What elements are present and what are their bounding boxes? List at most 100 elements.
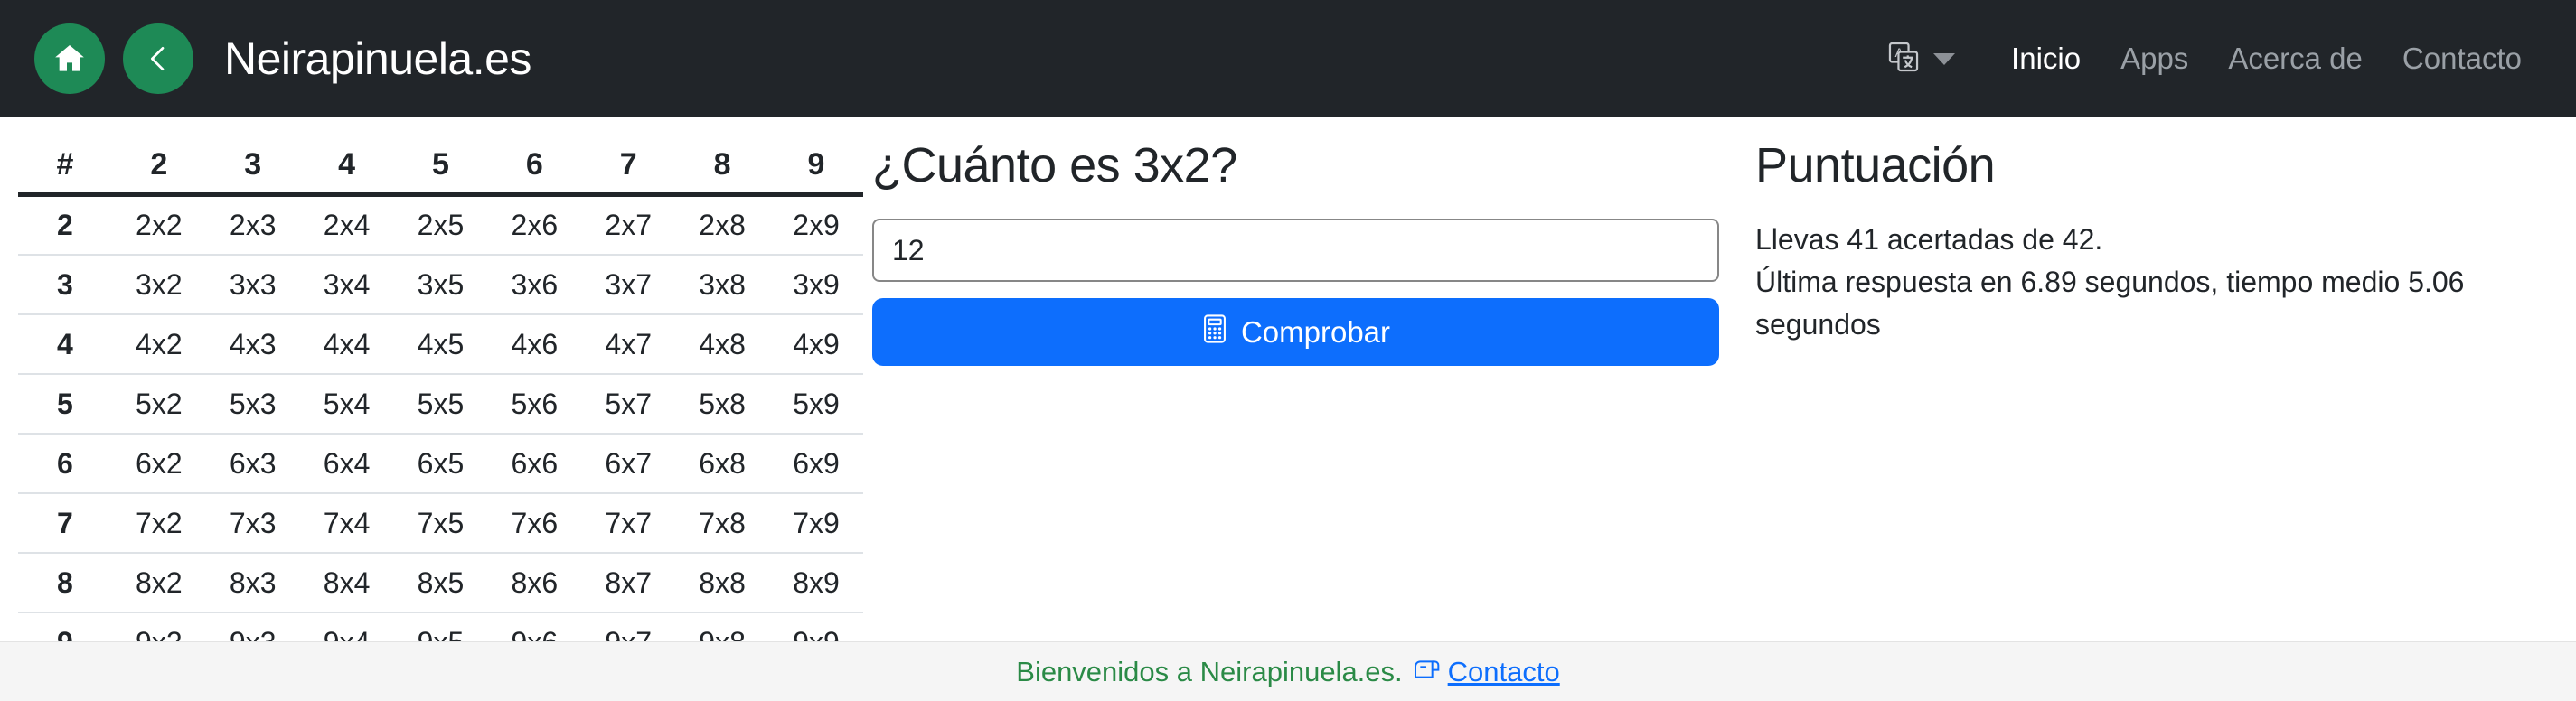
table-cell-7x6: 7x6 — [487, 492, 582, 553]
calculator-icon — [1201, 313, 1228, 351]
table-row: 6 6x2 6x3 6x4 6x5 6x6 6x7 6x8 6x9 — [18, 433, 863, 493]
table-cell-6x9: 6x9 — [769, 433, 863, 493]
table-cell-8x4: 8x4 — [299, 552, 394, 612]
table-cell-7x5: 7x5 — [393, 492, 488, 553]
table-cell-3x9: 3x9 — [769, 254, 863, 314]
score-title: Puntuación — [1755, 138, 1996, 192]
table-cell-4x3: 4x3 — [205, 313, 300, 374]
table-row-header-5: 5 — [18, 373, 112, 434]
mailbox-icon — [1412, 656, 1441, 687]
table-cell-5x6: 5x6 — [487, 373, 582, 434]
table-cell-7x7: 7x7 — [581, 492, 676, 553]
multiplication-table: #2 3 4 5 6 7 8 9 2 2x2 2x3 2x4 2x5 2x6 2x7 2x8 2x9 3 3x2 3… — [18, 137, 863, 672]
home-button[interactable] — [34, 23, 105, 94]
nav-link-acerca-de[interactable]: Acerca de — [2208, 42, 2383, 76]
table-col-header-4: 4 — [299, 137, 394, 197]
table-cell-8x5: 8x5 — [393, 552, 488, 612]
check-button-label: Comprobar — [1240, 314, 1391, 349]
table-cell-2x2: 2x2 — [111, 193, 206, 255]
table-col-header-7: 7 — [581, 137, 676, 197]
footer-contact-link[interactable]: Contacto — [1448, 656, 1560, 688]
table-cell-6x8: 6x8 — [675, 433, 769, 493]
footer-contact-group[interactable]: Contacto — [1412, 656, 1560, 688]
table-col-header-8: 8 — [675, 137, 769, 197]
navbar-links: A Inicio Apps Acerca de Contacto — [1886, 40, 2542, 79]
nav-link-contacto[interactable]: Contacto — [2383, 42, 2542, 76]
table-row-header-8: 8 — [18, 552, 112, 612]
table-row-header-3: 3 — [18, 254, 112, 314]
table-cell-2x8: 2x8 — [675, 193, 769, 255]
nav-link-inicio[interactable]: Inicio — [1991, 42, 2101, 76]
table-row: 7 7x2 7x3 7x4 7x5 7x6 7x7 7x8 7x9 — [18, 492, 863, 553]
table-cell-5x2: 5x2 — [111, 373, 206, 434]
check-button[interactable]: Comprobar — [872, 298, 1719, 366]
multiplication-table-panel: #2 3 4 5 6 7 8 9 2 2x2 2x3 2x4 2x5 2x6 2x7 2x8 2x9 3 3x2 3… — [0, 117, 863, 672]
table-cell-5x8: 5x8 — [675, 373, 769, 434]
table-cell-2x3: 2x3 — [205, 193, 300, 255]
table-cell-8x3: 8x3 — [205, 552, 300, 612]
table-cell-2x5: 2x5 — [393, 193, 488, 255]
quiz-panel: ¿Cuánto es 3x2? Comprobar — [863, 117, 1744, 366]
footer-welcome-text: Bienvenidos a Neirapinuela.es. — [1016, 655, 1403, 687]
table-cell-5x9: 5x9 — [769, 373, 863, 434]
table-cell-6x2: 6x2 — [111, 433, 206, 493]
answer-input[interactable] — [872, 219, 1719, 282]
table-cell-4x4: 4x4 — [299, 313, 394, 374]
translate-icon: A — [1886, 40, 1921, 79]
back-button[interactable] — [123, 23, 193, 94]
table-col-header-6: 6 — [487, 137, 582, 197]
table-cell-6x3: 6x3 — [205, 433, 300, 493]
score-timing-line: Última respuesta en 6.89 segundos, tiemp… — [1755, 266, 2465, 341]
table-cell-3x4: 3x4 — [299, 254, 394, 314]
language-selector[interactable]: A — [1886, 40, 1956, 79]
table-cell-7x3: 7x3 — [205, 492, 300, 553]
table-cell-8x2: 8x2 — [111, 552, 206, 612]
table-cell-3x3: 3x3 — [205, 254, 300, 314]
table-body: 2 2x2 2x3 2x4 2x5 2x6 2x7 2x8 2x9 3 3x2 3x3 3x4 3x5 3x… — [18, 193, 863, 672]
score-panel: Puntuación Llevas 41 acertadas de 42. Úl… — [1744, 117, 2576, 346]
table-cell-5x7: 5x7 — [581, 373, 676, 434]
table-row: 2 2x2 2x3 2x4 2x5 2x6 2x7 2x8 2x9 — [18, 193, 863, 255]
table-cell-6x7: 6x7 — [581, 433, 676, 493]
table-col-header-2: 2 — [111, 137, 206, 197]
table-col-header-9: 9 — [769, 137, 863, 197]
table-cell-4x6: 4x6 — [487, 313, 582, 374]
table-cell-3x5: 3x5 — [393, 254, 488, 314]
table-cell-8x7: 8x7 — [581, 552, 676, 612]
table-row-header-4: 4 — [18, 313, 112, 374]
footer: Bienvenidos a Neirapinuela.es. Contacto — [0, 641, 2576, 701]
table-col-header-5: 5 — [393, 137, 488, 197]
quiz-question: ¿Cuánto es 3x2? — [872, 138, 1237, 192]
table-cell-3x8: 3x8 — [675, 254, 769, 314]
table-cell-8x6: 8x6 — [487, 552, 582, 612]
table-cell-4x8: 4x8 — [675, 313, 769, 374]
table-head: #2 3 4 5 6 7 8 9 — [18, 137, 863, 197]
table-cell-5x5: 5x5 — [393, 373, 488, 434]
table-cell-3x6: 3x6 — [487, 254, 582, 314]
navbar: Neirapinuela.es A Inicio Apps Acerca de … — [0, 0, 2576, 117]
table-row: 3 3x2 3x3 3x4 3x5 3x6 3x7 3x8 3x9 — [18, 254, 863, 314]
brand-title: Neirapinuela.es — [224, 33, 531, 84]
table-cell-5x4: 5x4 — [299, 373, 394, 434]
table-cell-2x7: 2x7 — [581, 193, 676, 255]
table-col-header-3: 3 — [205, 137, 300, 197]
table-cell-6x6: 6x6 — [487, 433, 582, 493]
table-row: 4 4x2 4x3 4x4 4x5 4x6 4x7 4x8 4x9 — [18, 313, 863, 374]
home-icon — [52, 41, 88, 77]
table-cell-5x3: 5x3 — [205, 373, 300, 434]
table-cell-7x8: 7x8 — [675, 492, 769, 553]
table-row: 8 8x2 8x3 8x4 8x5 8x6 8x7 8x8 8x9 — [18, 552, 863, 612]
table-cell-6x4: 6x4 — [299, 433, 394, 493]
table-cell-4x5: 4x5 — [393, 313, 488, 374]
table-cell-2x6: 2x6 — [487, 193, 582, 255]
table-row-header-7: 7 — [18, 492, 112, 553]
table-cell-7x9: 7x9 — [769, 492, 863, 553]
table-header-row: #2 3 4 5 6 7 8 9 — [18, 137, 863, 197]
table-cell-8x9: 8x9 — [769, 552, 863, 612]
nav-link-apps[interactable]: Apps — [2101, 42, 2208, 76]
table-row-header-6: 6 — [18, 433, 112, 493]
main-content: #2 3 4 5 6 7 8 9 2 2x2 2x3 2x4 2x5 2x6 2x7 2x8 2x9 3 3x2 3… — [0, 117, 2576, 701]
table-cell-8x8: 8x8 — [675, 552, 769, 612]
chevron-down-icon — [1933, 52, 1956, 65]
score-correct-line: Llevas 41 acertadas de 42. — [1755, 223, 2103, 256]
